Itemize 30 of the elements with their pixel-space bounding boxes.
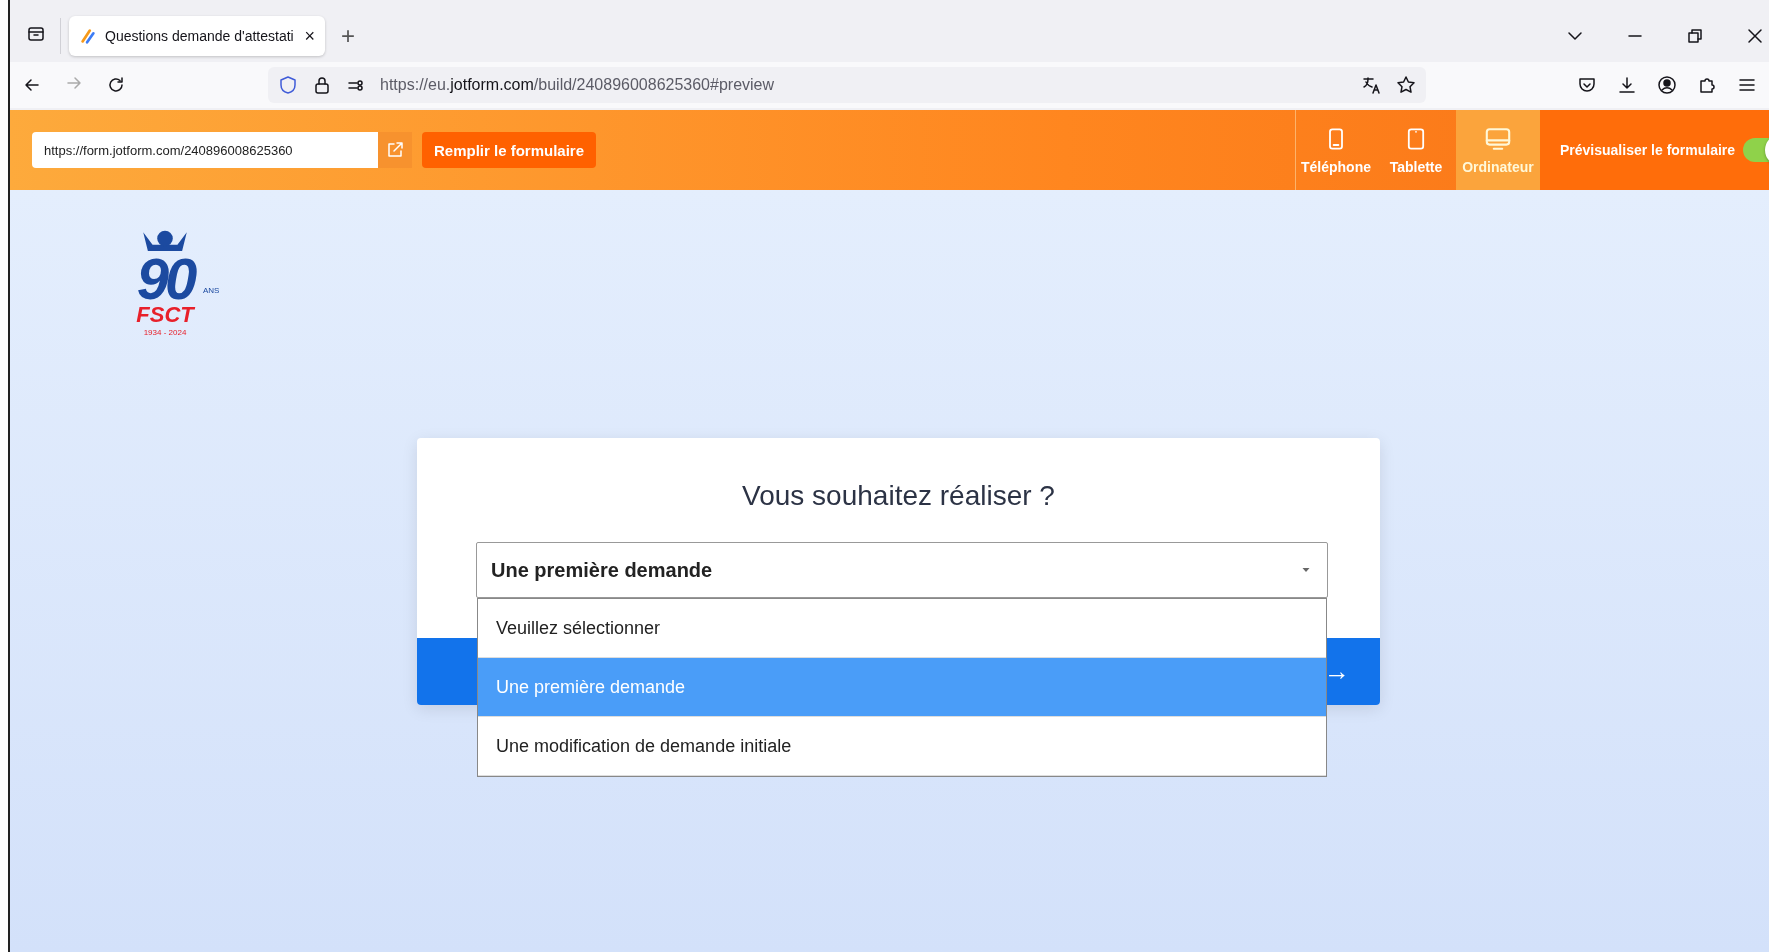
address-bar[interactable]: https://eu.jotform.com/build/240896008625360#preview (268, 67, 1426, 103)
shield-icon (278, 75, 298, 95)
account-icon[interactable] (1657, 75, 1677, 95)
tab-list-icon[interactable] (26, 24, 46, 44)
next-arrow: → (1324, 656, 1350, 687)
logo-name: FSCT (136, 304, 194, 326)
pencil-icon (79, 27, 97, 45)
close-icon[interactable] (1745, 26, 1765, 46)
download-icon[interactable] (1617, 75, 1637, 95)
logo-years: 1934 - 2024 (143, 328, 187, 337)
preview-label: Prévisualiser le formulaire (1560, 142, 1736, 158)
new-tab-button[interactable]: + (341, 22, 355, 50)
browser-tab[interactable]: Questions demande d'attestati × (69, 16, 325, 56)
lock-icon (312, 75, 332, 95)
translate-icon[interactable] (1362, 75, 1382, 95)
restore-icon[interactable] (1685, 26, 1705, 46)
dropdown-select[interactable]: Une première demande (476, 542, 1328, 598)
logo-number: 90 (136, 254, 194, 304)
star-icon[interactable] (1396, 75, 1416, 95)
external-link-icon (385, 140, 405, 160)
form-url-field[interactable]: https://form.jotform.com/240896008625360 (32, 132, 378, 168)
monitor-icon (1484, 125, 1512, 153)
pocket-icon[interactable] (1577, 75, 1597, 95)
url-text: https://eu.jotform.com/build/240896008625360#preview (380, 76, 775, 94)
close-tab-button[interactable]: × (304, 25, 315, 47)
question-title: Vous souhaitez réaliser ? (741, 480, 1056, 512)
logo-ans: ANS (203, 286, 220, 295)
dropdown-option[interactable]: Une modification de demande initiale (478, 717, 1326, 776)
reload-icon[interactable] (106, 75, 126, 95)
puzzle-icon[interactable] (1697, 75, 1717, 95)
